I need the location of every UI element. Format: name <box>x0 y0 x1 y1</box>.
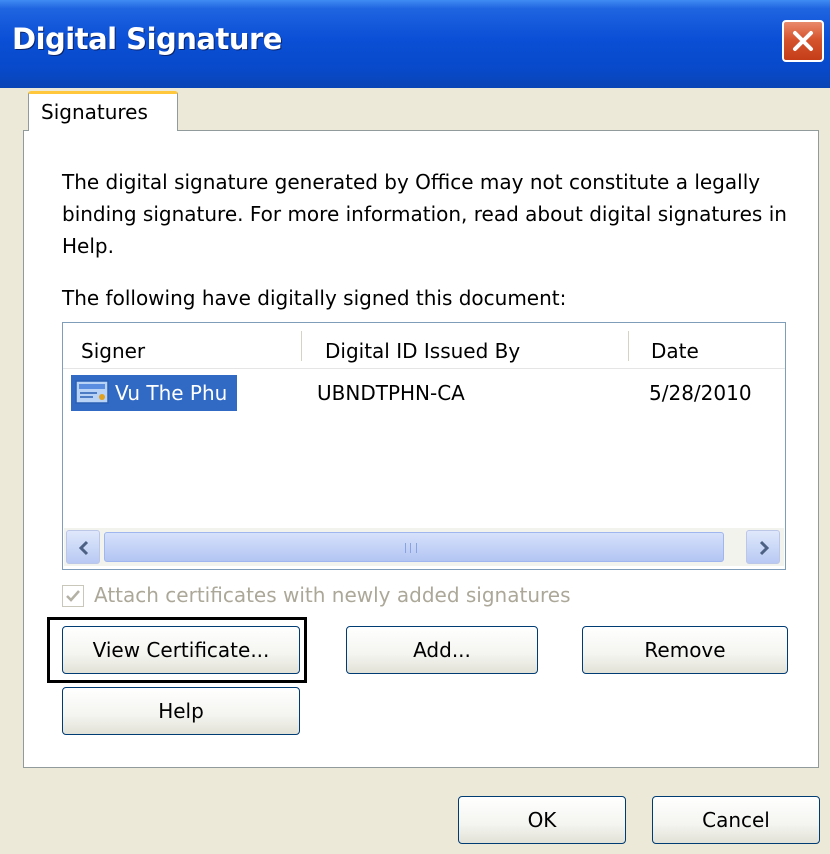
horizontal-scrollbar[interactable] <box>64 528 784 566</box>
certificate-icon <box>75 380 109 404</box>
list-header: Signer Digital ID Issued By Date <box>63 323 785 369</box>
tab-signatures[interactable]: Signatures <box>28 91 178 131</box>
scroll-left-button[interactable] <box>66 530 100 564</box>
info-text: The digital signature generated by Offic… <box>62 170 787 258</box>
help-button[interactable]: Help <box>62 687 300 735</box>
grip-icon <box>405 543 417 553</box>
attach-certificates-label: Attach certificates with newly added sig… <box>94 583 571 607</box>
signer-name: Vu The Phu <box>115 381 228 405</box>
column-header-issued-by[interactable]: Digital ID Issued By <box>325 339 520 363</box>
column-header-date[interactable]: Date <box>651 339 699 363</box>
table-row[interactable]: Vu The Phu UBNDTPHN-CA 5/28/2010 <box>71 375 785 413</box>
close-x-icon <box>793 31 813 51</box>
scroll-right-button[interactable] <box>746 530 780 564</box>
chevron-left-icon <box>78 540 89 556</box>
remove-button[interactable]: Remove <box>582 626 788 674</box>
scroll-thumb[interactable] <box>104 532 724 562</box>
checkbox[interactable] <box>62 585 84 607</box>
signer-cell[interactable]: Vu The Phu <box>71 375 238 411</box>
add-button[interactable]: Add... <box>346 626 538 674</box>
title-bar: Digital Signature <box>0 0 830 88</box>
column-header-signer[interactable]: Signer <box>81 339 145 363</box>
ok-button[interactable]: OK <box>458 796 626 844</box>
column-divider[interactable] <box>301 331 302 361</box>
tab-label: Signatures <box>41 100 148 124</box>
chevron-right-icon <box>759 540 770 556</box>
window-title: Digital Signature <box>12 22 282 56</box>
signed-list-label: The following have digitally signed this… <box>62 286 567 310</box>
issued-by-cell: UBNDTPHN-CA <box>317 381 465 405</box>
signature-list[interactable]: Signer Digital ID Issued By Date Vu The … <box>62 322 786 570</box>
cancel-button[interactable]: Cancel <box>652 796 820 844</box>
date-cell: 5/28/2010 <box>649 381 752 405</box>
column-divider[interactable] <box>628 331 629 361</box>
close-button[interactable] <box>782 20 824 62</box>
checkmark-icon <box>66 590 80 602</box>
view-certificate-button[interactable]: View Certificate... <box>62 626 300 674</box>
